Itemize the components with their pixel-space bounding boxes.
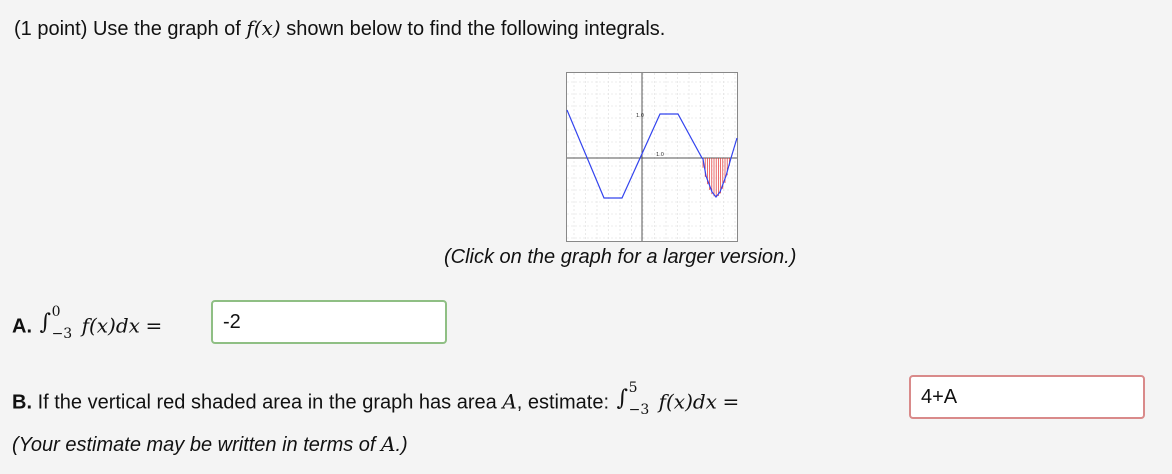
question-a-label: A. (12, 315, 32, 338)
integral-b-lower: −3 (628, 402, 650, 418)
function-graph: 1.0 1.0 (566, 72, 738, 242)
equals-b: = (722, 389, 740, 414)
problem-header: (1 point) Use the graph of f(x) shown be… (14, 16, 665, 41)
x-tick-label: 1.0 (656, 152, 664, 158)
integrand-b: f(x)dx (658, 389, 717, 414)
answer-b-input[interactable] (909, 375, 1145, 419)
function-name: f(x) (246, 16, 281, 40)
intro-text-end: shown below to find the following integr… (286, 18, 666, 40)
question-b: B. If the vertical red shaded area in th… (12, 380, 740, 418)
note-variable: A (381, 432, 396, 456)
estimate-note: (Your estimate may be written in terms o… (12, 432, 408, 457)
note-text: (Your estimate may be written in terms o… (12, 434, 376, 456)
question-b-text: If the vertical red shaded area in the g… (37, 391, 497, 414)
integral-a: ∫ 0 −3 (38, 304, 82, 342)
integral-b: ∫ 5 −3 (615, 380, 659, 418)
question-b-label: B. (12, 391, 32, 414)
question-b-text-end: , estimate: (516, 391, 610, 414)
question-a: A. ∫ 0 −3 f(x)dx = (12, 304, 163, 342)
integral-b-upper: 5 (628, 380, 638, 396)
integral-a-lower: −3 (51, 326, 73, 342)
integral-sign: ∫ (616, 386, 629, 411)
graph-caption: (Click on the graph for a larger version… (444, 246, 797, 268)
integral-sign: ∫ (39, 310, 52, 335)
intro-text: Use the graph of (92, 18, 241, 40)
equals-a: = (145, 313, 163, 338)
function-graph-link[interactable]: 1.0 1.0 (566, 72, 738, 242)
area-variable: A (502, 389, 517, 414)
answer-a-input[interactable] (211, 300, 447, 344)
y-tick-label: 1.0 (636, 113, 644, 119)
note-text-end: .) (395, 434, 408, 456)
integral-a-upper: 0 (51, 304, 61, 320)
integrand-a: f(x)dx (81, 313, 140, 338)
points-label: (1 point) (14, 18, 88, 40)
